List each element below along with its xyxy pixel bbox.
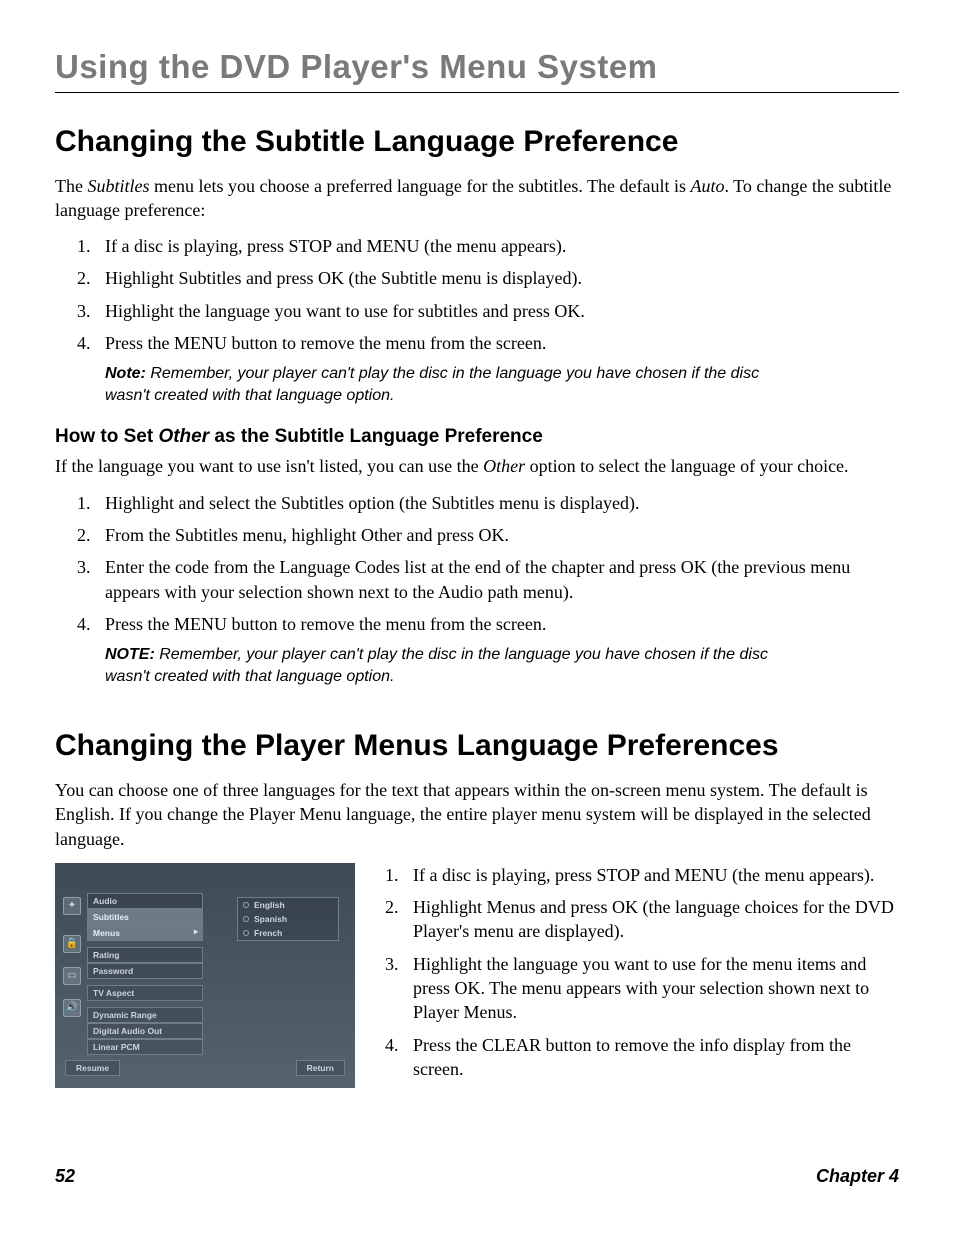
title-rule — [55, 92, 899, 93]
note: Note: Remember, your player can't play t… — [105, 363, 805, 406]
menu-screenshot: ✦ 🔒 ▭ 🔊 Audio Subtitles Menus Rating Pas… — [55, 863, 355, 1088]
option-item: Spanish — [238, 912, 338, 926]
menu-item: Rating — [87, 947, 203, 963]
step: Highlight and select the Subtitles optio… — [77, 491, 899, 515]
steps-list: If a disc is playing, press STOP and MEN… — [385, 863, 899, 1089]
section-heading: Changing the Subtitle Language Preferenc… — [55, 125, 899, 160]
menu-item: Subtitles — [87, 909, 203, 925]
menu-item: Linear PCM — [87, 1039, 203, 1055]
document-page: Using the DVD Player's Menu System Chang… — [0, 0, 954, 1235]
intro-paragraph: If the language you want to use isn't li… — [55, 454, 899, 478]
section-heading: Changing the Player Menus Language Prefe… — [55, 729, 899, 764]
step: Press the MENU button to remove the menu… — [77, 612, 899, 636]
screenshot-options-panel: English Spanish French — [237, 897, 339, 941]
step: If a disc is playing, press STOP and MEN… — [385, 863, 899, 887]
intro-paragraph: You can choose one of three languages fo… — [55, 778, 899, 851]
step: Highlight the language you want to use f… — [77, 299, 899, 323]
two-column-block: ✦ 🔒 ▭ 🔊 Audio Subtitles Menus Rating Pas… — [55, 863, 899, 1095]
intro-paragraph: The Subtitles menu lets you choose a pre… — [55, 174, 899, 223]
step: Highlight Menus and press OK (the langua… — [385, 895, 899, 944]
steps-list: Highlight and select the Subtitles optio… — [55, 491, 899, 636]
step: Press the MENU button to remove the menu… — [77, 331, 899, 355]
menu-item: Digital Audio Out — [87, 1023, 203, 1039]
step: Highlight Subtitles and press OK (the Su… — [77, 266, 899, 290]
menu-item: Password — [87, 963, 203, 979]
option-item: English — [238, 898, 338, 912]
tv-icon: ▭ — [63, 967, 81, 985]
chapter-label: Chapter 4 — [816, 1166, 899, 1187]
step: Enter the code from the Language Codes l… — [77, 555, 899, 604]
option-item: French — [238, 926, 338, 940]
menu-item: Dynamic Range — [87, 1007, 203, 1023]
screenshot-left-panel: ✦ 🔒 ▭ 🔊 Audio Subtitles Menus Rating Pas… — [65, 893, 203, 1061]
speaker-icon: 🔊 — [63, 999, 81, 1017]
page-footer: 52 Chapter 4 — [55, 1166, 899, 1187]
return-button: Return — [296, 1060, 345, 1076]
step: From the Subtitles menu, highlight Other… — [77, 523, 899, 547]
menu-item-selected: Menus — [87, 925, 203, 941]
lock-icon: 🔒 — [63, 935, 81, 953]
steps-list: If a disc is playing, press STOP and MEN… — [55, 234, 899, 355]
step: Press the CLEAR button to remove the inf… — [385, 1033, 899, 1082]
note: NOTE: Remember, your player can't play t… — [105, 644, 805, 687]
resume-button: Resume — [65, 1060, 120, 1076]
step: If a disc is playing, press STOP and MEN… — [77, 234, 899, 258]
menu-item: TV Aspect — [87, 985, 203, 1001]
step: Highlight the language you want to use f… — [385, 952, 899, 1025]
menu-item: Audio — [87, 893, 203, 909]
subsection-heading: How to Set Other as the Subtitle Languag… — [55, 426, 899, 448]
chapter-title: Using the DVD Player's Menu System — [55, 48, 899, 86]
page-number: 52 — [55, 1166, 75, 1187]
globe-icon: ✦ — [63, 897, 81, 915]
